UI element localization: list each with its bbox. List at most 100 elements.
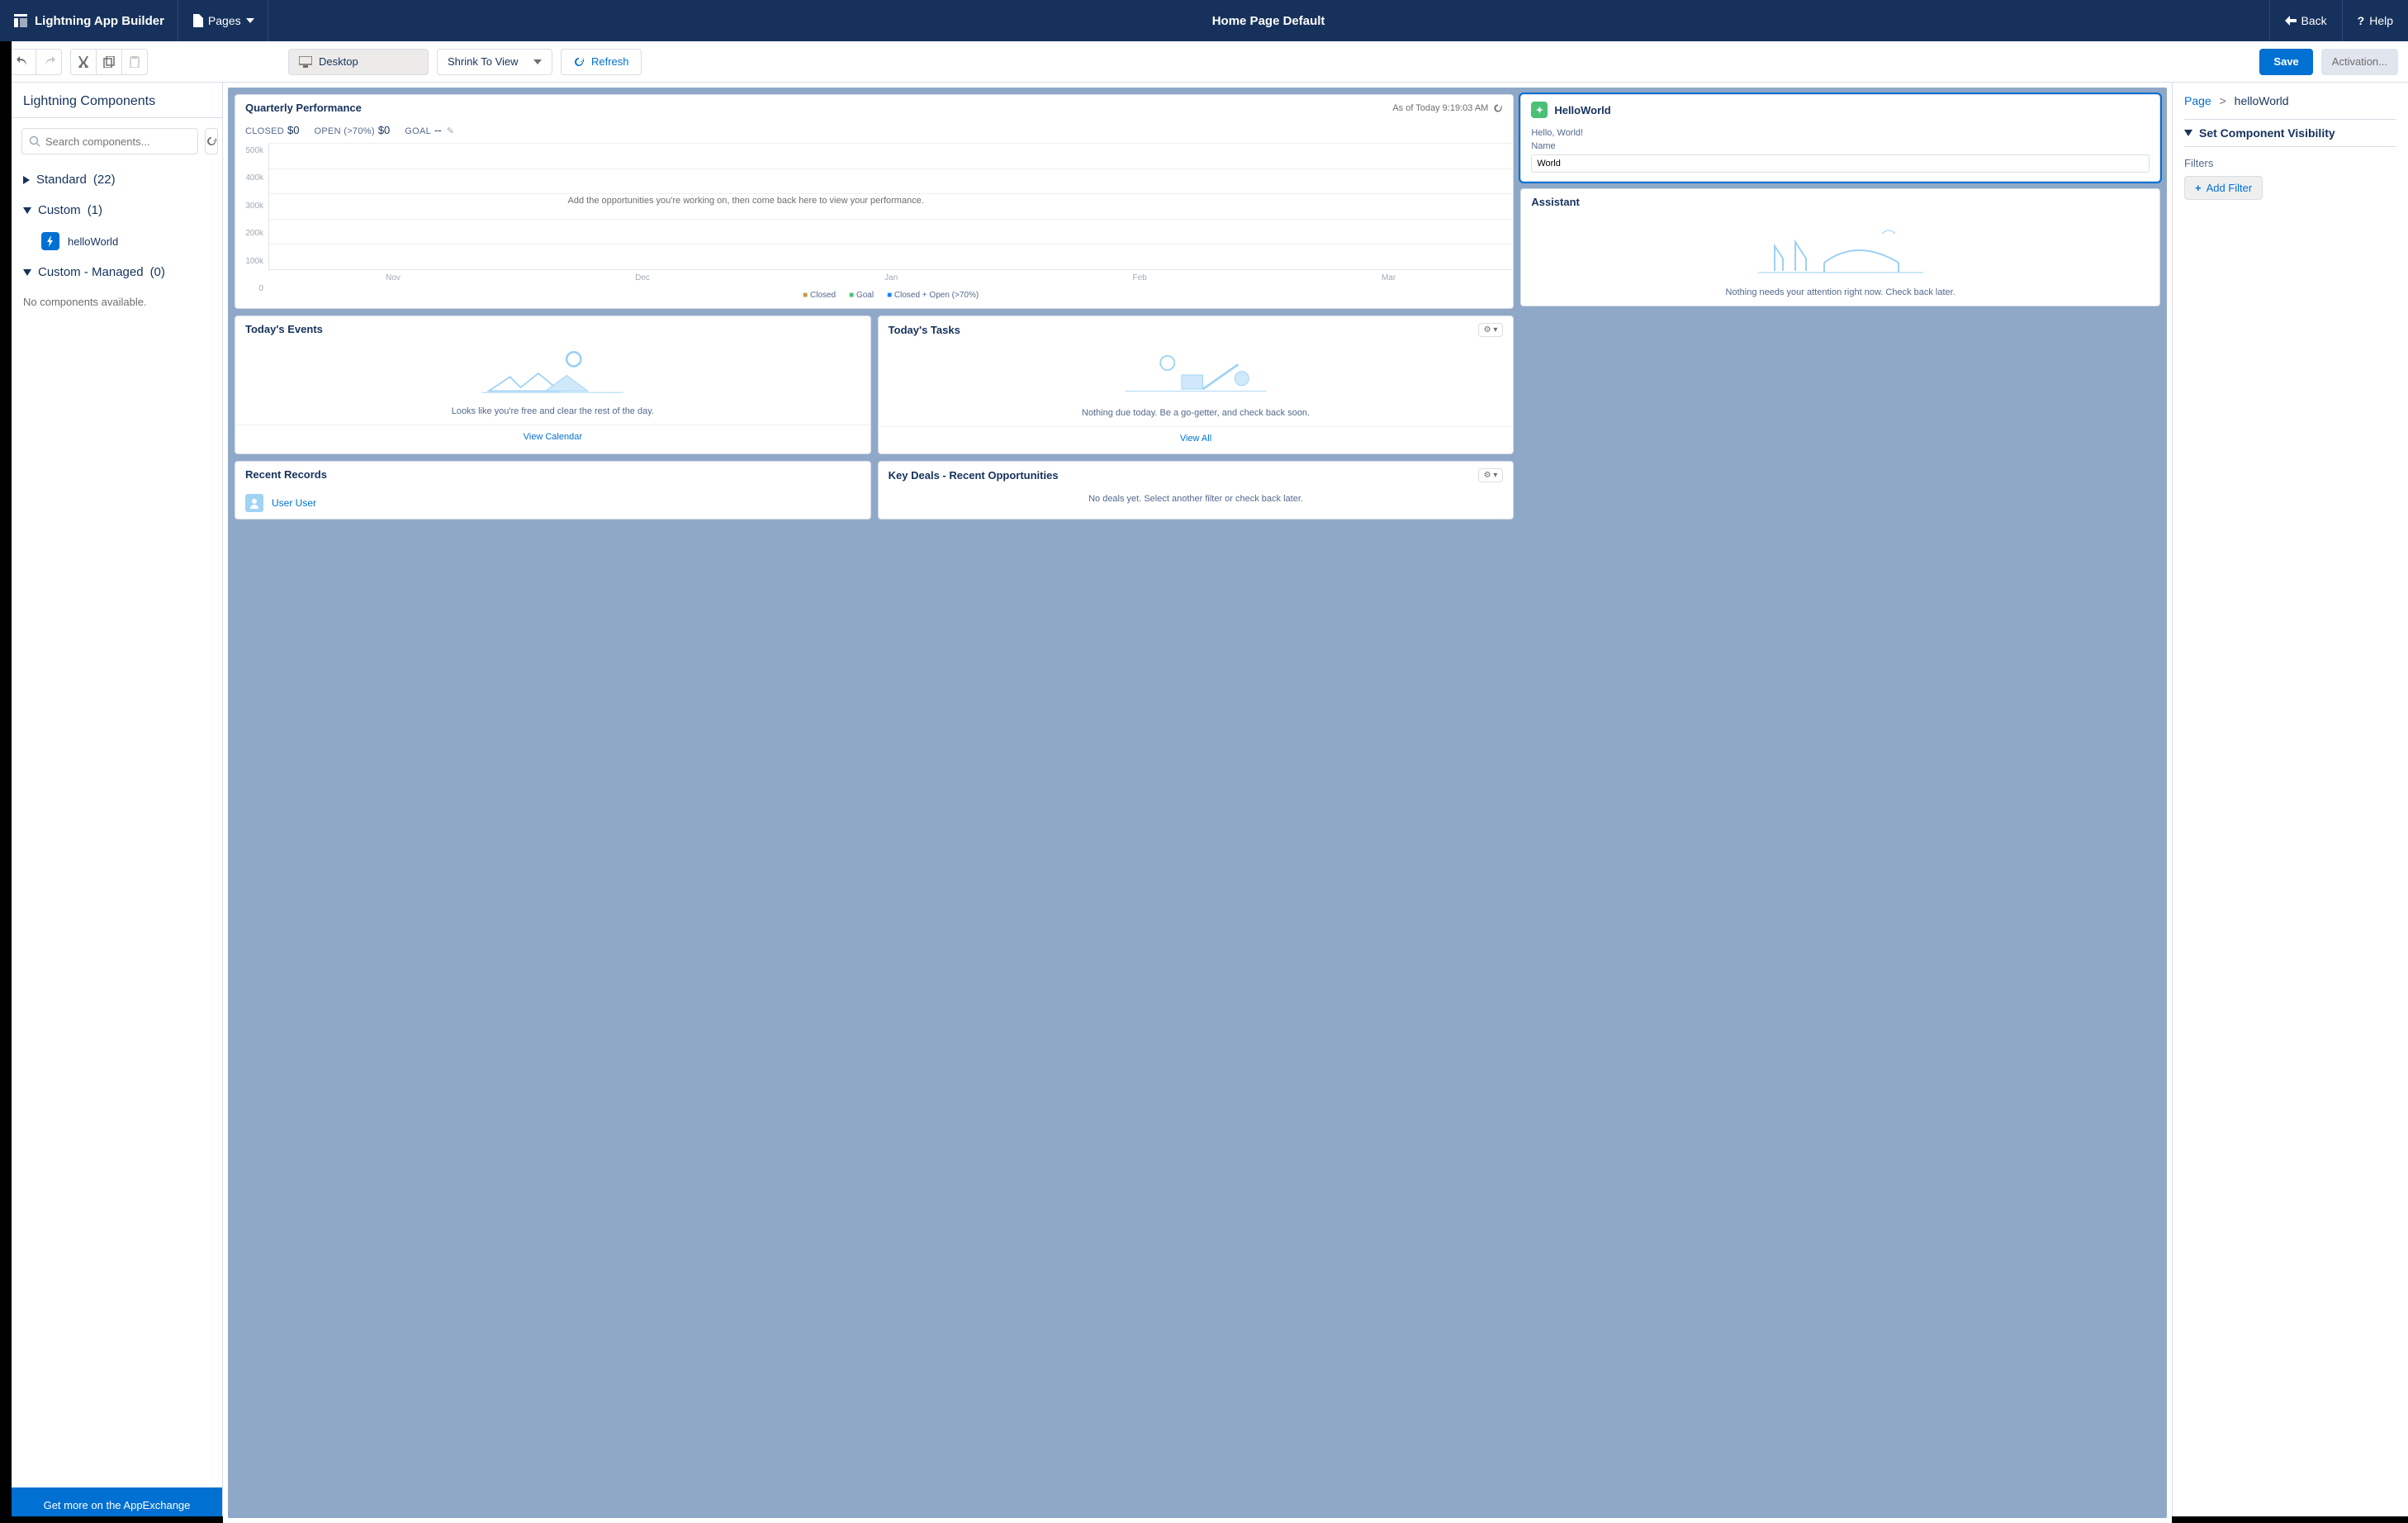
refresh-button[interactable]: Refresh <box>561 49 642 75</box>
zoom-select[interactable]: Shrink To View <box>437 49 552 75</box>
helloworld-icon: ✦ <box>1531 102 1548 118</box>
open-label: OPEN (>70%) <box>315 126 375 136</box>
tasks-settings-button[interactable]: ⚙ ▾ <box>1478 323 1504 337</box>
paste-button[interactable] <box>121 49 148 75</box>
x-tick: Jan <box>884 273 898 282</box>
x-tick: Mar <box>1382 273 1396 282</box>
chart: 500k 400k 300k 200k 100k 0 <box>235 143 1513 308</box>
user-link[interactable]: User User <box>272 497 316 509</box>
add-filter-label: Add Filter <box>2207 182 2253 194</box>
card-msg: Looks like you're free and clear the res… <box>235 401 870 425</box>
chevron-down-icon <box>23 269 31 276</box>
add-filter-button[interactable]: + Add Filter <box>2184 176 2263 200</box>
card-title: Recent Records <box>245 468 327 481</box>
card-title: Assistant <box>1531 196 1580 208</box>
chevron-down-icon <box>246 18 254 23</box>
standard-count: (22) <box>93 173 116 187</box>
asof-text: As of Today 9:19:03 AM <box>1392 103 1488 113</box>
pages-label: Pages <box>208 14 241 27</box>
y-tick: 300k <box>245 202 263 211</box>
card-title: Key Deals - Recent Opportunities <box>889 469 1059 482</box>
view-all-link[interactable]: View All <box>879 426 1514 453</box>
card-msg: Nothing due today. Be a go-getter, and c… <box>879 403 1514 426</box>
card-helloworld[interactable]: ✦ HelloWorld Hello, World! Name <box>1520 94 2160 182</box>
goal-label: GOAL <box>405 126 431 136</box>
lightning-icon <box>41 232 59 250</box>
keydeals-settings-button[interactable]: ⚙ ▾ <box>1478 468 1504 482</box>
device-select[interactable]: Desktop <box>288 49 429 75</box>
undo-redo-group <box>10 49 62 75</box>
card-title: Quarterly Performance <box>245 102 362 114</box>
save-button[interactable]: Save <box>2259 49 2312 75</box>
main: Lightning Components Standard (22) Custo… <box>0 83 2408 1523</box>
breadcrumb-sep: > <box>2220 94 2226 107</box>
card-events[interactable]: Today's Events Looks like you're free an… <box>235 316 871 454</box>
breadcrumb-leaf: helloWorld <box>2235 94 2289 107</box>
undo-button[interactable] <box>10 49 36 75</box>
activation-button[interactable]: Activation... <box>2321 49 2398 75</box>
undo-icon <box>17 56 30 68</box>
custom-managed-section[interactable]: Custom - Managed (0) <box>12 257 222 287</box>
card-msg: No deals yet. Select another filter or c… <box>879 489 1514 512</box>
standard-section[interactable]: Standard (22) <box>12 164 222 195</box>
chevron-down-icon <box>2184 130 2192 136</box>
custom-managed-count: (0) <box>150 265 165 279</box>
chart-y-axis: 500k 400k 300k 200k 100k 0 <box>235 143 268 308</box>
card-recent-records[interactable]: Recent Records User User <box>235 461 871 520</box>
search-input[interactable] <box>45 135 191 148</box>
y-tick: 100k <box>245 257 263 266</box>
chevron-down-icon <box>23 207 31 214</box>
pages-menu[interactable]: Pages <box>178 0 268 41</box>
custom-label: Custom <box>38 203 81 217</box>
x-tick: Dec <box>635 273 650 282</box>
components-panel: Lightning Components Standard (22) Custo… <box>12 83 223 1523</box>
search-input-wrap <box>21 128 198 154</box>
list-item[interactable]: User User <box>235 487 870 519</box>
visibility-section[interactable]: Set Component Visibility <box>2184 119 2396 147</box>
chevron-right-icon <box>23 176 30 184</box>
canvas[interactable]: Quarterly Performance As of Today 9:19:0… <box>228 88 2167 1518</box>
search-icon <box>29 135 40 147</box>
refresh-icon[interactable] <box>1493 103 1503 113</box>
component-label: helloWorld <box>68 235 118 248</box>
name-field[interactable] <box>1531 154 2150 173</box>
greeting-text: Hello, World! <box>1531 128 2150 138</box>
legend-item: Closed <box>803 291 836 300</box>
back-button[interactable]: Back <box>2269 0 2342 41</box>
cut-button[interactable] <box>70 49 97 75</box>
filters-label: Filters <box>2184 157 2396 169</box>
card-assistant[interactable]: Assistant Nothing needs your attention r… <box>1520 188 2160 306</box>
search-refresh-button[interactable] <box>205 128 218 154</box>
cut-icon <box>78 56 89 68</box>
open-value: $0 <box>378 124 390 136</box>
tasks-illustration <box>974 350 1418 400</box>
card-key-deals[interactable]: Key Deals - Recent Opportunities ⚙ ▾ No … <box>878 461 1514 520</box>
closed-value: $0 <box>287 124 299 136</box>
refresh-icon <box>206 135 217 147</box>
edit-icon[interactable]: ✎ <box>447 126 454 136</box>
goal-value: -- <box>434 124 442 136</box>
paste-icon <box>130 56 140 68</box>
desktop-icon <box>299 56 312 68</box>
page-title: Home Page Default <box>268 14 2269 28</box>
clipboard-group <box>70 49 148 75</box>
card-tasks[interactable]: Today's Tasks ⚙ ▾ Nothing due today. Be <box>878 316 1514 454</box>
page-icon <box>192 14 203 27</box>
y-tick: 200k <box>245 229 263 238</box>
component-helloworld[interactable]: helloWorld <box>12 225 222 257</box>
properties-panel: Page > helloWorld Set Component Visibili… <box>2172 83 2408 1523</box>
custom-section[interactable]: Custom (1) <box>12 195 222 225</box>
empty-message: No components available. <box>12 287 222 316</box>
copy-button[interactable] <box>96 49 122 75</box>
help-button[interactable]: ? Help <box>2342 0 2408 41</box>
breadcrumb-root[interactable]: Page <box>2184 94 2211 107</box>
view-calendar-link[interactable]: View Calendar <box>235 425 870 452</box>
closed-label: CLOSED <box>245 126 284 136</box>
y-tick: 0 <box>258 284 263 293</box>
redo-button[interactable] <box>36 49 62 75</box>
help-label: Help <box>2369 14 2393 27</box>
window-edge <box>0 41 12 1523</box>
copy-icon <box>103 56 115 68</box>
card-quarterly-performance[interactable]: Quarterly Performance As of Today 9:19:0… <box>235 94 1514 309</box>
name-field-label: Name <box>1531 141 2150 151</box>
